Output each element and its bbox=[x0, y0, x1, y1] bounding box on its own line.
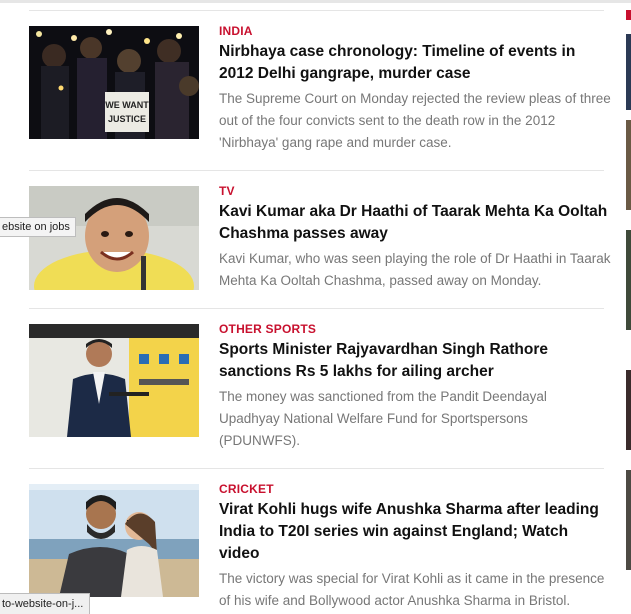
protest-candlelight-image: WE WANT JUSTICE bbox=[29, 26, 199, 139]
browser-status-url: to-website-on-j... bbox=[0, 593, 91, 614]
article-category[interactable]: TV bbox=[219, 184, 611, 198]
divider bbox=[29, 308, 604, 309]
divider bbox=[29, 10, 604, 11]
right-column-image-strip bbox=[626, 34, 631, 110]
article-thumbnail[interactable] bbox=[29, 484, 199, 597]
divider bbox=[29, 170, 604, 171]
article-summary: The victory was special for Virat Kohli … bbox=[219, 571, 605, 608]
article-thumbnail[interactable] bbox=[29, 324, 199, 437]
right-column-image-strip bbox=[626, 230, 631, 330]
top-border bbox=[0, 0, 631, 3]
svg-text:JUSTICE: JUSTICE bbox=[108, 114, 146, 124]
article-summary: Kavi Kumar, who was seen playing the rol… bbox=[219, 251, 611, 288]
article-headline[interactable]: Kavi Kumar aka Dr Haathi of Taarak Mehta… bbox=[219, 201, 611, 245]
minister-event-image bbox=[29, 324, 199, 437]
link-tooltip: ebsite on jobs bbox=[0, 217, 76, 237]
svg-text:WE WANT: WE WANT bbox=[105, 100, 149, 110]
actor-portrait-image bbox=[29, 186, 199, 290]
article-summary: The Supreme Court on Monday rejected the… bbox=[219, 91, 611, 150]
article-headline[interactable]: Virat Kohli hugs wife Anushka Sharma aft… bbox=[219, 499, 611, 565]
article-headline[interactable]: Sports Minister Rajyavardhan Singh Ratho… bbox=[219, 339, 611, 383]
article-summary: The money was sanctioned from the Pandit… bbox=[219, 389, 547, 448]
article-thumbnail[interactable]: WE WANT JUSTICE bbox=[29, 26, 199, 139]
right-column-image-strip bbox=[626, 470, 631, 570]
article-headline[interactable]: Nirbhaya case chronology: Timeline of ev… bbox=[219, 41, 611, 85]
divider bbox=[29, 468, 604, 469]
right-column-image-strip bbox=[626, 370, 631, 450]
article-category[interactable]: INDIA bbox=[219, 24, 611, 38]
article-category[interactable]: CRICKET bbox=[219, 482, 611, 496]
cricketer-selfie-image bbox=[29, 484, 199, 597]
article-category[interactable]: OTHER SPORTS bbox=[219, 322, 611, 336]
right-column-image-strip bbox=[626, 120, 631, 210]
article-thumbnail[interactable] bbox=[29, 186, 199, 290]
right-column-image-strip bbox=[626, 10, 631, 20]
